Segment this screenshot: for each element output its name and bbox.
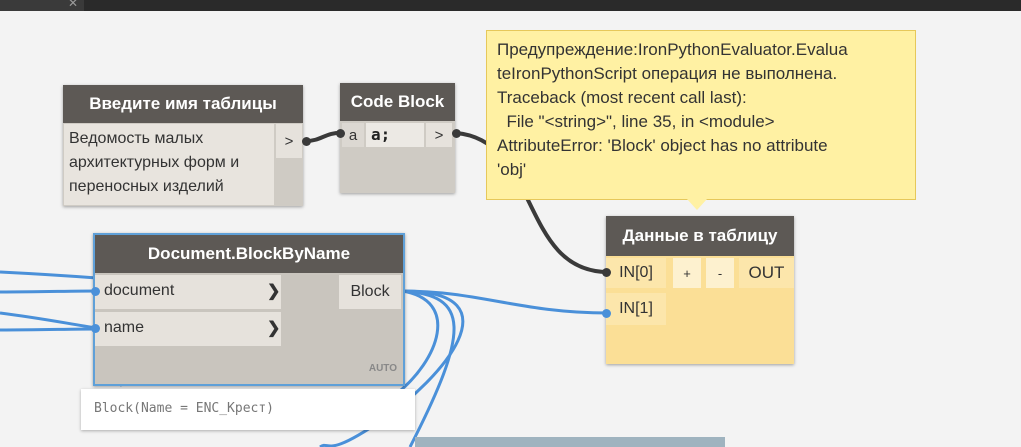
warning-tooltip: Предупреждение:IronPythonEvaluator.Evalu…: [486, 30, 916, 210]
port-connector-dot: [336, 129, 345, 138]
port-label: document: [104, 282, 175, 299]
warning-line: AttributeError: 'Block' object has no at…: [497, 136, 828, 155]
warning-line: Traceback (most recent call last):: [497, 88, 747, 107]
table-node-title[interactable]: Данные в таблицу: [606, 216, 794, 256]
warning-line: Предупреждение:IronPythonEvaluator.Evalu…: [497, 40, 848, 59]
python-table-node[interactable]: Данные в таблицу IN[0] IN[1] + - OUT: [606, 216, 794, 364]
string-value-line: переносных изделий: [69, 178, 224, 195]
port-connector-dot: [602, 309, 611, 318]
add-input-button[interactable]: +: [673, 258, 701, 288]
code-block-node[interactable]: Code Block a a; >: [340, 83, 455, 193]
output-port-block[interactable]: Block: [339, 275, 401, 309]
block-by-name-node[interactable]: Document.BlockByName document ❯ name ❯ B…: [93, 233, 405, 386]
wire-left-2: [0, 289, 98, 294]
code-output-port[interactable]: >: [426, 123, 452, 147]
input-port-in0[interactable]: IN[0]: [606, 258, 666, 288]
chevron-right-icon: ❯: [267, 320, 281, 337]
string-output-port[interactable]: >: [276, 124, 302, 158]
port-connector-dot: [452, 129, 461, 138]
wire-left-1: [0, 270, 98, 280]
node-preview-bubble[interactable]: Block(Name = ENC_Крест): [81, 389, 415, 430]
block-by-name-title[interactable]: Document.BlockByName: [95, 235, 403, 273]
port-connector-dot: [91, 324, 100, 333]
lacing-indicator[interactable]: AUTO: [369, 363, 397, 374]
input-port-document[interactable]: document ❯: [95, 275, 281, 309]
output-port-out[interactable]: OUT: [739, 258, 794, 288]
code-block-title[interactable]: Code Block: [340, 83, 455, 121]
port-label: name: [104, 319, 145, 336]
wire-left-4: [0, 327, 98, 332]
port-connector-dot: [302, 137, 311, 146]
warning-line: teIronPythonScript операция не выполнена…: [497, 64, 838, 83]
warning-line: File "<string>", line 35, in <module>: [497, 112, 775, 131]
string-value-line: Ведомость малых: [69, 130, 204, 147]
string-value-line: архитектурных форм и: [69, 154, 240, 171]
chevron-right-icon: ❯: [267, 283, 281, 300]
string-node-value[interactable]: Ведомость малых архитектурных форм и пер…: [64, 124, 274, 205]
input-port-in1[interactable]: IN[1]: [606, 293, 666, 325]
tooltip-pointer: [687, 199, 707, 210]
port-connector-dot: [91, 287, 100, 296]
port-connector-dot: [602, 268, 611, 277]
code-input-port[interactable]: a: [342, 123, 364, 147]
warning-line: 'obj': [497, 160, 527, 179]
bottom-preview-strip: [415, 437, 725, 447]
input-port-name[interactable]: name ❯: [95, 312, 281, 346]
code-editor[interactable]: a;: [366, 123, 424, 147]
wire-left-3: [0, 311, 98, 330]
string-node-title[interactable]: Введите имя таблицы: [63, 85, 303, 123]
string-input-node[interactable]: Введите имя таблицы Ведомость малых архи…: [63, 85, 303, 206]
remove-input-button[interactable]: -: [706, 258, 734, 288]
